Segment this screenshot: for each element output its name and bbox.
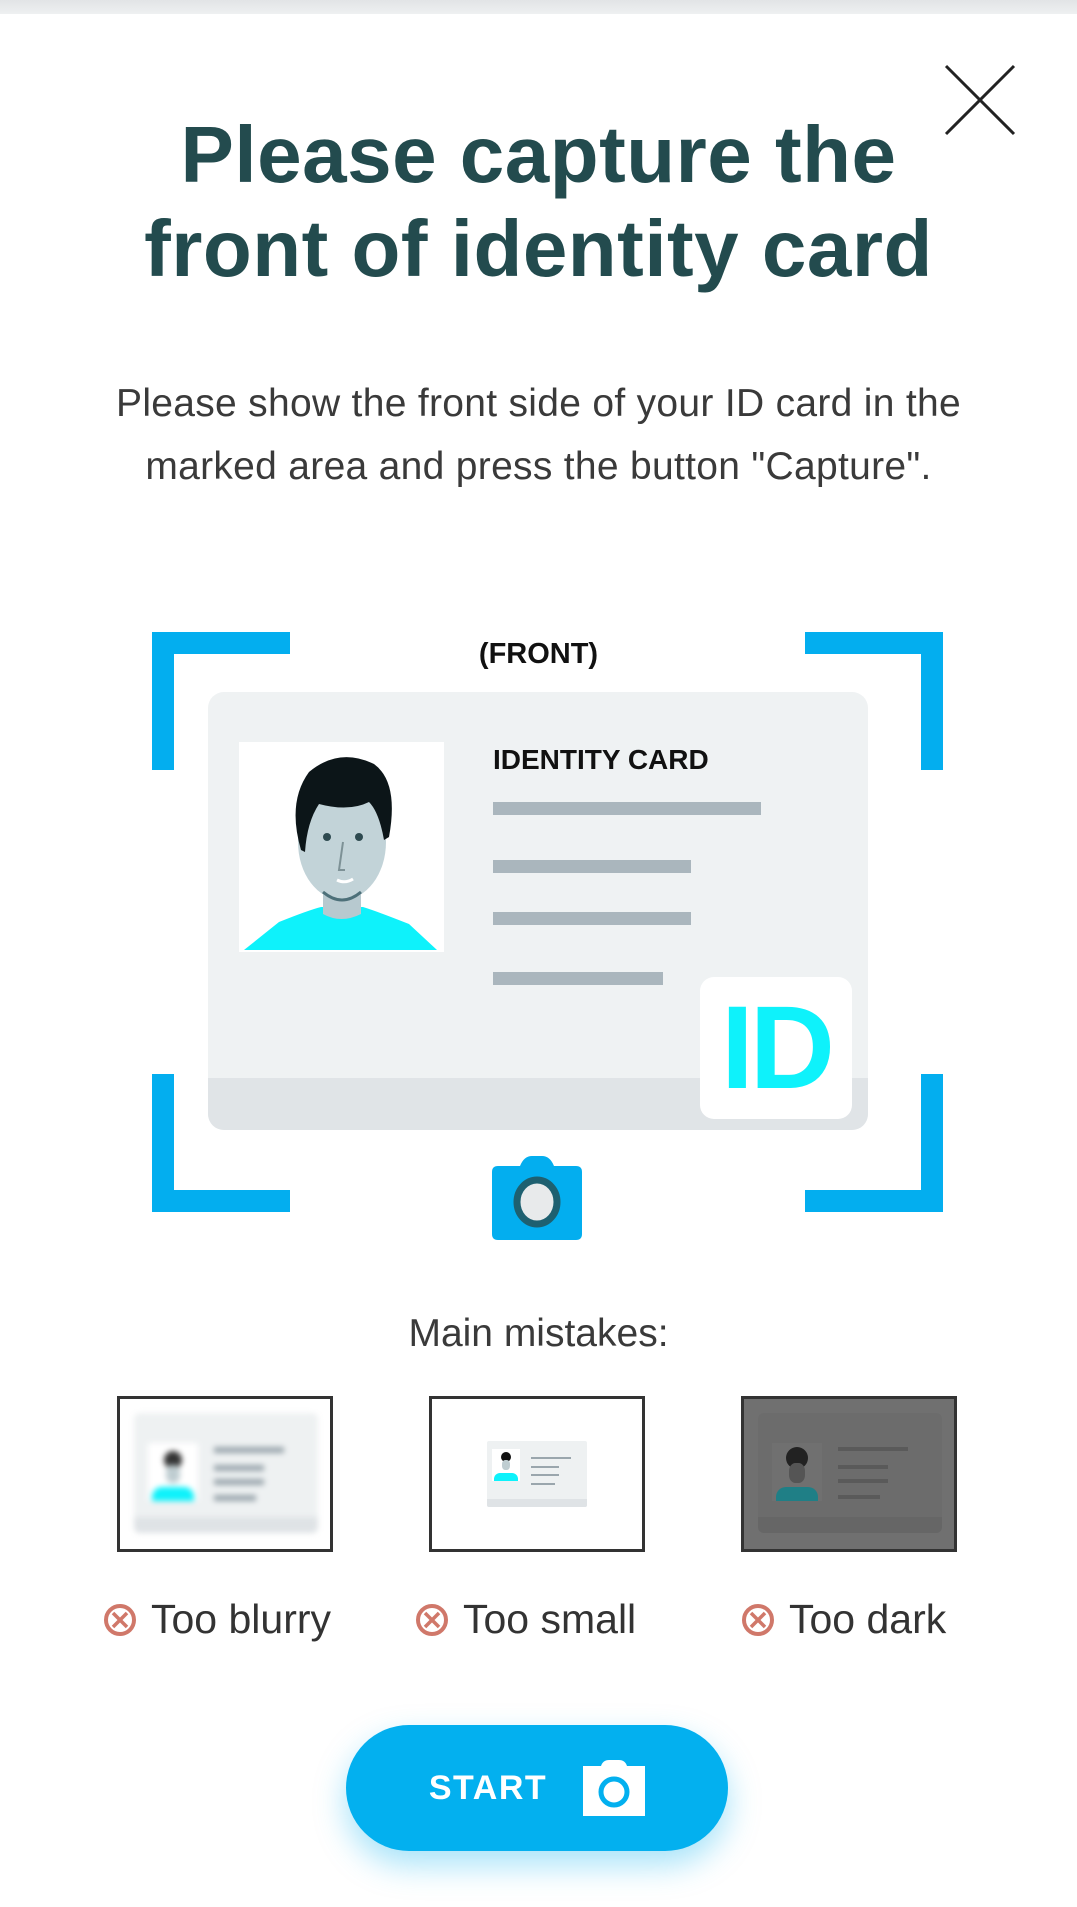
mistake-label: Too small [415, 1596, 636, 1643]
person-avatar-icon [244, 757, 437, 950]
mini-id-card [487, 1441, 587, 1507]
mistake-label: Too blurry [103, 1596, 331, 1643]
error-x-circle-icon [416, 1603, 448, 1636]
card-text-line [493, 860, 691, 873]
mistake-item-blurry: Too blurry [104, 1396, 333, 1642]
mistakes-heading: Main mistakes: [408, 1312, 669, 1355]
id-card-graphic: IDENTITY CARD ID [208, 692, 868, 1130]
id-capture-illustration: (FRONT) IDENTITY CARD ID [0, 620, 1077, 1250]
mistake-thumbnail-blurry [117, 1396, 333, 1552]
mini-id-card [758, 1413, 942, 1533]
side-label: (FRONT) [478, 638, 599, 670]
mistake-item-small: Too small [416, 1396, 645, 1642]
error-x-circle-icon [742, 1603, 774, 1636]
page-title: Please capture the front of identity car… [144, 110, 933, 293]
top-bar [0, 0, 1077, 14]
camera-icon [492, 1156, 582, 1240]
card-text-line [493, 912, 691, 925]
mistake-item-dark: Too dark [741, 1396, 957, 1642]
card-heading: IDENTITY CARD [493, 744, 709, 775]
portrait-photo [239, 742, 444, 952]
mistake-thumbnail-small [429, 1396, 645, 1552]
instructions-text: Please show the front side of your ID ca… [116, 382, 961, 488]
camera-icon [583, 1760, 646, 1816]
id-badge: ID [700, 977, 852, 1119]
start-button[interactable]: START [346, 1725, 728, 1851]
card-text-line [493, 802, 761, 815]
id-badge-text: ID [721, 982, 835, 1114]
mistake-label: Too dark [741, 1596, 946, 1643]
mini-id-card [134, 1413, 318, 1533]
mistake-thumbnail-dark [741, 1396, 957, 1552]
card-text-line [493, 972, 663, 985]
start-button-label: START [428, 1768, 548, 1807]
error-x-circle-icon [104, 1603, 136, 1636]
